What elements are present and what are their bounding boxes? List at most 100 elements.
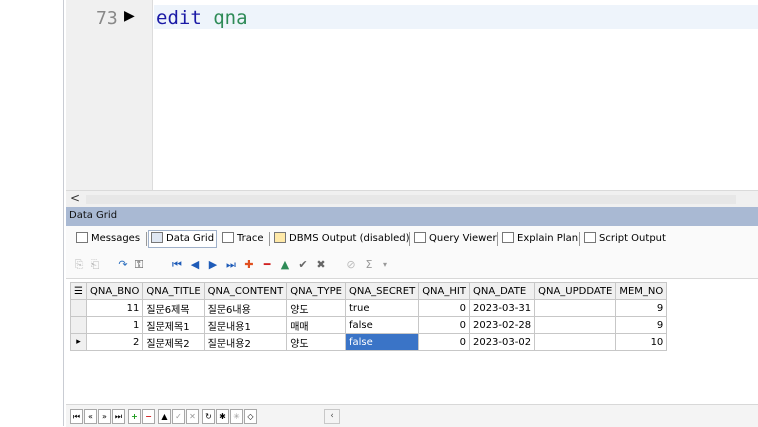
table-cell[interactable]: 양도 xyxy=(286,299,346,317)
column-header[interactable]: QNA_SECRET xyxy=(344,282,420,300)
panel-title-bar: Data Grid xyxy=(66,207,758,226)
table-cell[interactable]: 2023-03-02 xyxy=(468,333,536,351)
tab-data-grid[interactable]: Data Grid xyxy=(148,230,218,248)
last-record-icon[interactable]: ⏭ xyxy=(224,257,238,273)
editor-line[interactable]: 73 ▶ edit qna xyxy=(66,5,758,29)
tab-query-viewer[interactable]: Query Viewer xyxy=(414,231,497,247)
column-header[interactable]: MEM_NO xyxy=(615,282,668,300)
nav-next-page-icon[interactable]: » xyxy=(98,409,111,424)
tab-messages[interactable]: Messages xyxy=(76,231,140,247)
navigator-bar: ⏮ « » ⏭ + − ▲ ✓ ✕ ↻ ✱ ✳ ◇ ‹ xyxy=(66,404,758,427)
tab-script-output[interactable]: Script Output xyxy=(584,231,666,247)
table-cell[interactable]: 2023-03-31 xyxy=(468,299,536,317)
tab-separator xyxy=(409,232,410,246)
table-row[interactable]: 11 질문6제목 질문6내용 양도 true 0 2023-03-31 9 xyxy=(70,299,668,317)
nav-prior-page-icon[interactable]: « xyxy=(84,409,97,424)
panel-title: Data Grid xyxy=(69,210,118,221)
execution-arrow-icon: ▶ xyxy=(124,8,135,24)
table-cell[interactable]: 2023-02-28 xyxy=(468,316,536,334)
column-header[interactable]: QNA_TYPE xyxy=(286,282,346,300)
column-header[interactable]: QNA_DATE xyxy=(468,282,536,300)
nav-edit-icon[interactable]: ▲ xyxy=(158,409,171,424)
column-header[interactable]: QNA_BNO xyxy=(85,282,144,300)
data-grid-icon xyxy=(151,232,163,243)
column-header[interactable]: QNA_TITLE xyxy=(142,282,205,300)
nav-goto-bookmark-icon[interactable]: ✳ xyxy=(230,409,243,424)
table-cell[interactable]: 0 xyxy=(418,316,470,334)
paste-icon[interactable]: ⎗ xyxy=(88,257,102,273)
tab-trace[interactable]: Trace xyxy=(222,231,264,247)
table-cell[interactable]: 1 xyxy=(85,316,144,334)
nav-bookmark-icon[interactable]: ✱ xyxy=(216,409,229,424)
dropdown-arrow-icon[interactable]: ▾ xyxy=(378,257,392,273)
column-header[interactable]: QNA_HIT xyxy=(418,282,470,300)
table-cell[interactable]: 2 xyxy=(85,333,144,351)
table-cell[interactable]: 질문내용2 xyxy=(203,333,288,351)
table-cell[interactable]: 질문내용1 xyxy=(203,316,288,334)
table-cell[interactable]: 9 xyxy=(615,316,668,334)
lock-grid-icon[interactable]: ⚿ xyxy=(132,257,146,273)
delete-record-icon[interactable]: ━ xyxy=(260,257,274,273)
table-header-row: ☰ QNA_BNO QNA_TITLE QNA_CONTENT QNA_TYPE… xyxy=(70,282,668,300)
refresh-icon[interactable]: ↷ xyxy=(116,257,130,273)
table-cell[interactable] xyxy=(534,333,617,351)
prior-record-icon[interactable]: ◀ xyxy=(188,257,202,273)
table-cell[interactable]: true xyxy=(344,299,420,317)
table-cell[interactable]: 질문6내용 xyxy=(203,299,288,317)
insert-record-icon[interactable]: ✚ xyxy=(242,257,256,273)
nav-last-icon[interactable]: ⏭ xyxy=(112,409,125,424)
table-cell[interactable]: false xyxy=(344,316,420,334)
row-indicator[interactable] xyxy=(70,316,87,334)
nav-insert-icon[interactable]: + xyxy=(128,409,141,424)
row-indicator-header-icon[interactable]: ☰ xyxy=(70,282,87,300)
scroll-thumb[interactable] xyxy=(86,195,736,204)
data-grid[interactable]: ☰ QNA_BNO QNA_TITLE QNA_CONTENT QNA_TYPE… xyxy=(66,278,758,405)
sum-icon[interactable]: Σ xyxy=(362,257,376,273)
filter-icon[interactable]: ⊘ xyxy=(344,257,358,273)
line-number: 73 xyxy=(96,8,118,29)
nav-filter-icon[interactable]: ◇ xyxy=(244,409,257,424)
sql-editor[interactable]: 73 ▶ edit qna xyxy=(66,0,758,190)
nav-cancel-icon[interactable]: ✕ xyxy=(186,409,199,424)
selected-cell[interactable]: false xyxy=(344,333,420,351)
table-cell[interactable] xyxy=(534,316,617,334)
nav-refresh-icon[interactable]: ↻ xyxy=(202,409,215,424)
table-cell[interactable]: 0 xyxy=(418,333,470,351)
table-cell[interactable]: 질문6제목 xyxy=(142,299,205,317)
table-row[interactable]: 1 질문제목1 질문내용1 매매 false 0 2023-02-28 9 xyxy=(70,316,668,334)
grid-scroll-left-icon[interactable]: ‹ xyxy=(324,409,340,424)
cancel-edit-icon[interactable]: ✖ xyxy=(314,257,328,273)
table-cell[interactable]: 11 xyxy=(85,299,144,317)
tab-separator xyxy=(579,232,580,246)
nav-post-icon[interactable]: ✓ xyxy=(172,409,185,424)
table-cell[interactable]: 매매 xyxy=(286,316,346,334)
scroll-left-icon[interactable]: < xyxy=(70,191,80,205)
first-record-icon[interactable]: ⏮ xyxy=(170,257,184,273)
post-edit-icon[interactable]: ✔ xyxy=(296,257,310,273)
table-cell[interactable]: 10 xyxy=(615,333,668,351)
code-text[interactable]: edit qna xyxy=(156,7,248,29)
table-cell[interactable]: 양도 xyxy=(286,333,346,351)
column-header[interactable]: QNA_CONTENT xyxy=(203,282,288,300)
table-cell[interactable]: 0 xyxy=(418,299,470,317)
edit-record-icon[interactable]: ▲ xyxy=(278,257,292,273)
tab-separator xyxy=(146,232,147,246)
trace-icon xyxy=(222,232,234,243)
column-header[interactable]: QNA_UPDDATE xyxy=(534,282,617,300)
current-row-arrow-icon[interactable]: ▸ xyxy=(70,333,87,351)
nav-first-icon[interactable]: ⏮ xyxy=(70,409,83,424)
copy-icon[interactable]: ⎘ xyxy=(72,257,86,273)
nav-delete-icon[interactable]: − xyxy=(142,409,155,424)
table-cell[interactable]: 질문제목1 xyxy=(142,316,205,334)
next-record-icon[interactable]: ▶ xyxy=(206,257,220,273)
table-cell[interactable] xyxy=(534,299,617,317)
table-cell[interactable]: 질문제목2 xyxy=(142,333,205,351)
table-cell[interactable]: 9 xyxy=(615,299,668,317)
query-viewer-icon xyxy=(414,232,426,243)
editor-horizontal-scrollbar[interactable]: < xyxy=(66,190,758,208)
tab-dbms-output[interactable]: DBMS Output (disabled) xyxy=(274,231,410,247)
row-indicator[interactable] xyxy=(70,299,87,317)
table-row[interactable]: ▸ 2 질문제목2 질문내용2 양도 false 0 2023-03-02 10 xyxy=(70,333,668,351)
script-output-icon xyxy=(584,232,596,243)
tab-explain-plan[interactable]: Explain Plan xyxy=(502,231,578,247)
